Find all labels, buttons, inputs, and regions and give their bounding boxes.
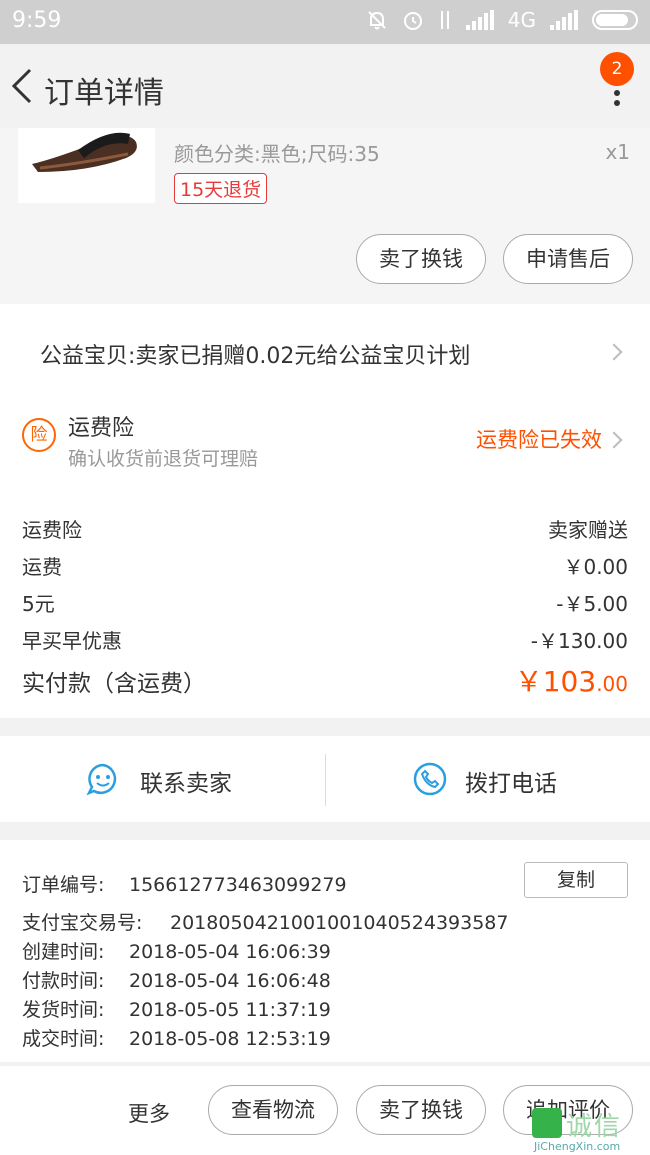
created-time-row: 创建时间: 2018-05-04 16:06:39 (22, 937, 331, 964)
alarm-icon (403, 12, 422, 30)
insurance-status: 运费险已失效 (476, 428, 602, 452)
price-label-shipping: 运费 (22, 555, 62, 579)
after-sales-button[interactable]: 申请售后 (503, 234, 633, 284)
call-phone-button[interactable]: 拨打电话 (325, 736, 650, 822)
chevron-right-icon (605, 343, 623, 361)
notification-badge: 2 (600, 52, 634, 86)
created-time-value: 2018-05-04 16:06:39 (129, 941, 331, 963)
shipped-time-value: 2018-05-05 11:37:19 (129, 999, 331, 1021)
completed-time-label: 成交时间: (22, 1028, 105, 1050)
order-info-panel: 订单编号: 156612773463099279 复制 支付宝交易号: 201805… (0, 840, 650, 1062)
chat-smile-icon (86, 763, 117, 796)
resell-button-bottom[interactable]: 卖了换钱 (356, 1085, 486, 1135)
total-label: 实付款（含运费） (22, 671, 206, 697)
insurance-row[interactable]: 险 运费险 确认收货前退货可理赔 运费险已失效 (0, 394, 650, 484)
page-title: 订单详情 (44, 76, 164, 111)
order-summary-panel: 公益宝贝:卖家已捐赠0.02元给公益宝贝计划 险 运费险 确认收货前退货可理赔 … (0, 304, 650, 718)
paid-time-value: 2018-05-04 16:06:48 (129, 970, 331, 992)
product-thumbnail[interactable] (18, 128, 155, 203)
created-time-label: 创建时间: (22, 941, 105, 963)
paid-time-row: 付款时间: 2018-05-04 16:06:48 (22, 966, 331, 993)
total-currency: ￥ (514, 665, 543, 698)
quantity-text: x1 (605, 140, 630, 164)
data-transfer-icon (440, 11, 449, 29)
total-amount: ￥103.00 (515, 660, 628, 700)
watermark-text: 诚信 (566, 1112, 623, 1142)
resell-button[interactable]: 卖了换钱 (356, 234, 486, 284)
more-menu-button[interactable] (612, 80, 622, 120)
price-label-early-discount: 早买早优惠 (22, 629, 122, 653)
watermark-url: JiChengXin.com (534, 1140, 621, 1153)
watermark: 诚信 JiChengXin.com (528, 1106, 646, 1155)
shipped-time-row: 发货时间: 2018-05-05 11:37:19 (22, 995, 331, 1022)
insurance-title: 运费险 (68, 416, 135, 441)
alipay-value: 2018050421001001040524393587 (170, 912, 509, 934)
call-phone-label: 拨打电话 (465, 771, 557, 797)
sandal-image (32, 132, 137, 172)
view-logistics-button[interactable]: 查看物流 (208, 1085, 338, 1135)
order-number-label: 订单编号: (22, 874, 105, 896)
total-integer: 103 (542, 665, 597, 698)
order-number-row: 订单编号: 156612773463099279 (22, 870, 347, 897)
mute-bell-icon (368, 11, 386, 30)
chevron-right-icon (605, 431, 623, 449)
order-item[interactable]: 颜色分类:黑色;尺码:35 x1 15天退货 卖了换钱 申请售后 (0, 128, 650, 304)
battery-icon (592, 10, 638, 30)
signal-icon (465, 10, 494, 30)
alipay-label: 支付宝交易号: (22, 912, 143, 934)
charity-row[interactable]: 公益宝贝:卖家已捐赠0.02元给公益宝贝计划 (0, 304, 650, 394)
charity-text: 公益宝贝:卖家已捐赠0.02元给公益宝贝计划 (40, 344, 471, 369)
price-label-insurance: 运费险 (22, 518, 82, 542)
network-type: 4G (507, 8, 536, 32)
status-bar: 9:59 4G (0, 0, 650, 44)
contact-seller-button[interactable]: 联系卖家 (0, 736, 325, 822)
watermark-logo-icon (532, 1108, 562, 1138)
total-decimal: .00 (596, 672, 628, 696)
status-icons: 4G (366, 8, 638, 32)
price-value-early-discount: -￥130.00 (530, 629, 628, 653)
alipay-row: 支付宝交易号: 2018050421001001040524393587 (22, 908, 508, 935)
contact-bar: 联系卖家 拨打电话 (0, 736, 650, 822)
completed-time-row: 成交时间: 2018-05-08 12:53:19 (22, 1024, 331, 1051)
contact-seller-label: 联系卖家 (140, 771, 232, 797)
insurance-icon: 险 (22, 418, 56, 452)
sku-text: 颜色分类:黑色;尺码:35 (174, 142, 380, 166)
completed-time-value: 2018-05-08 12:53:19 (129, 1028, 331, 1050)
signal-icon-2 (550, 10, 578, 30)
price-value-shipping: ￥0.00 (563, 555, 628, 579)
price-label-coupon: 5元 (22, 592, 55, 616)
price-value-coupon: -￥5.00 (556, 592, 628, 616)
more-actions-button[interactable]: 更多 (128, 1098, 170, 1128)
paid-time-label: 付款时间: (22, 970, 105, 992)
price-value-insurance: 卖家赠送 (548, 518, 628, 542)
nav-bar: 订单详情 2 (0, 44, 650, 128)
copy-button[interactable]: 复制 (524, 862, 628, 898)
phone-icon (413, 762, 447, 796)
order-number-value: 156612773463099279 (129, 874, 347, 896)
insurance-subtitle: 确认收货前退货可理赔 (68, 448, 259, 470)
shipped-time-label: 发货时间: (22, 999, 105, 1021)
return-policy-tag: 15天退货 (174, 173, 268, 204)
back-arrow-icon[interactable] (6, 66, 40, 106)
status-time: 9:59 (12, 8, 62, 33)
